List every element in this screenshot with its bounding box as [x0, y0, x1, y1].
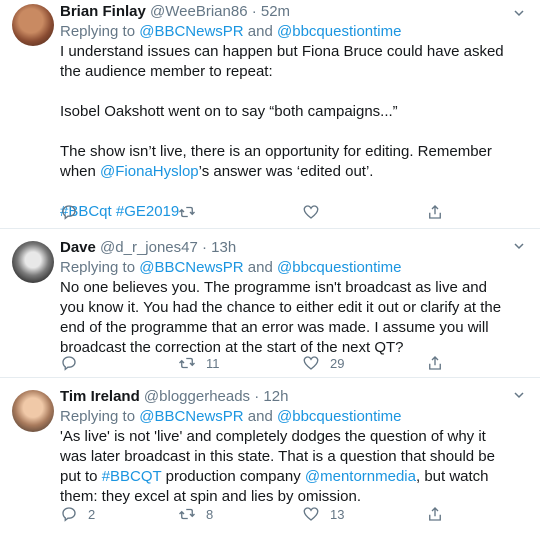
tweet-1[interactable]: Brian Finlay @WeeBrian86 · 52m Replying … [0, 0, 540, 229]
tweet-paragraph: 'As live' is not 'live' and completely d… [60, 427, 512, 507]
timestamp[interactable]: 12h [263, 388, 288, 405]
display-name[interactable]: Dave [60, 239, 96, 256]
timestamp[interactable]: 52m [261, 3, 290, 20]
replying-label: Replying to [60, 259, 140, 276]
reply-button[interactable] [60, 353, 88, 373]
tweet-header: Dave @d_r_jones47 · 13h [60, 238, 512, 258]
avatar[interactable] [12, 4, 54, 46]
tweet-text: I understand issues can happen but Fiona… [60, 42, 512, 222]
replying-and: and [243, 23, 278, 40]
retweet-count: 11 [206, 355, 220, 371]
replying-label: Replying to [60, 23, 140, 40]
reply-icon [62, 507, 76, 522]
chevron-down-icon[interactable] [512, 239, 526, 253]
tweet-header: Brian Finlay @WeeBrian86 · 52m [60, 2, 512, 22]
separator-dot: · [202, 239, 207, 256]
tweet-paragraph: Isobel Oakshott went on to say “both cam… [60, 103, 398, 120]
tweet-3[interactable]: Tim Ireland @bloggerheads · 12h Replying… [0, 378, 540, 533]
separator-dot: · [254, 388, 260, 405]
tweet-header: Tim Ireland @bloggerheads · 12h [60, 387, 512, 407]
user-handle[interactable]: @d_r_jones47 [100, 239, 198, 256]
chevron-down-icon[interactable] [512, 6, 526, 20]
timestamp[interactable]: 13h [211, 239, 236, 256]
user-handle[interactable]: @WeeBrian86 [150, 3, 248, 20]
share-icon [429, 507, 441, 521]
tweet-text: No one believes you. The programme isn't… [60, 278, 512, 358]
tweet-paragraph: No one believes you. The programme isn't… [60, 279, 502, 356]
reply-icon [62, 205, 76, 220]
replying-and: and [243, 259, 278, 276]
display-name[interactable]: Tim Ireland [60, 388, 140, 405]
like-icon [303, 356, 319, 370]
mention-link[interactable]: @FionaHyslop [100, 163, 199, 180]
mention-link[interactable]: @bbcquestiontime [277, 408, 401, 425]
like-button[interactable]: 29 [302, 353, 344, 373]
replying-and: and [243, 408, 278, 425]
reply-button[interactable]: 2 [60, 504, 95, 524]
like-count: 13 [330, 506, 345, 522]
tweet-2[interactable]: Dave @d_r_jones47 · 13h Replying to @BBC… [0, 229, 540, 378]
replying-label: Replying to [60, 408, 140, 425]
mention-link[interactable]: @BBCNewsPR [139, 259, 243, 276]
share-icon [429, 205, 441, 219]
retweet-count: 8 [206, 506, 214, 522]
like-icon [303, 507, 319, 521]
tweet-paragraph: The show isn’t live, there is an opportu… [60, 142, 512, 182]
tweet-text: 'As live' is not 'live' and completely d… [60, 427, 512, 507]
avatar[interactable] [12, 390, 54, 432]
separator-dot: · [251, 3, 257, 20]
replying-to: Replying to @BBCNewsPR and @bbcquestiont… [60, 258, 512, 278]
mention-link[interactable]: @bbcquestiontime [277, 259, 401, 276]
chevron-down-icon[interactable] [512, 388, 526, 402]
hashtag-link[interactable]: #BBCQT [102, 468, 162, 485]
share-button[interactable] [426, 353, 444, 373]
reply-count: 2 [88, 506, 96, 522]
like-count: 29 [330, 355, 345, 371]
share-button[interactable] [426, 202, 444, 222]
mention-link[interactable]: @bbcquestiontime [277, 23, 401, 40]
reply-icon [62, 356, 76, 371]
avatar[interactable] [12, 241, 54, 283]
tweet-paragraph: I understand issues can happen but Fiona… [60, 43, 504, 80]
like-button[interactable] [302, 202, 330, 222]
retweet-button[interactable]: 8 [178, 504, 213, 524]
retweet-icon [179, 357, 195, 369]
replying-to: Replying to @BBCNewsPR and @bbcquestiont… [60, 407, 512, 427]
like-icon [303, 205, 319, 219]
retweet-button[interactable] [178, 202, 206, 222]
mention-link[interactable]: @BBCNewsPR [139, 408, 243, 425]
retweet-button[interactable]: 11 [178, 353, 220, 373]
tweet-text-part: production company [161, 468, 305, 485]
replying-to: Replying to @BBCNewsPR and @bbcquestiont… [60, 22, 512, 42]
share-button[interactable] [426, 504, 444, 524]
like-button[interactable]: 13 [302, 504, 344, 524]
mention-link[interactable]: @BBCNewsPR [139, 23, 243, 40]
mention-link[interactable]: @mentornmedia [305, 468, 416, 485]
display-name[interactable]: Brian Finlay [60, 3, 146, 20]
reply-button[interactable] [60, 202, 88, 222]
user-handle[interactable]: @bloggerheads [144, 388, 250, 405]
tweet-text-part: ’s answer was ‘edited out’. [198, 163, 374, 180]
retweet-icon [179, 508, 195, 520]
share-icon [429, 356, 441, 370]
retweet-icon [179, 206, 195, 218]
